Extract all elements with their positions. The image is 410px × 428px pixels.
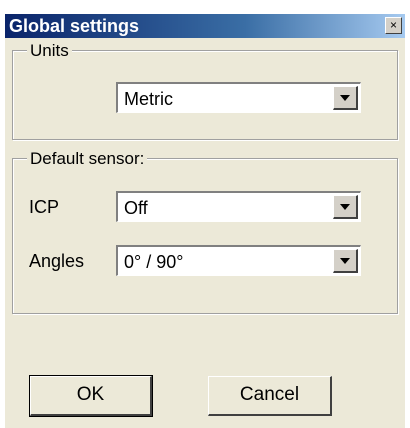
icp-label: ICP: [29, 197, 60, 217]
chevron-down-icon: [340, 258, 350, 264]
angles-select[interactable]: 0° / 90°: [116, 245, 361, 276]
icp-select[interactable]: Off: [116, 191, 361, 222]
ok-button[interactable]: OK: [29, 375, 153, 417]
default-sensor-group: Default sensor: ICP Off Angles 0° / 90°: [12, 149, 398, 314]
icp-dropdown-button[interactable]: [333, 195, 358, 219]
default-sensor-group-label: Default sensor:: [27, 149, 148, 169]
units-select-value: Metric: [124, 89, 173, 109]
close-button[interactable]: ×: [385, 17, 402, 34]
cancel-button[interactable]: Cancel: [208, 376, 332, 416]
close-icon: ×: [389, 18, 397, 32]
units-dropdown-button[interactable]: [333, 86, 358, 110]
units-select[interactable]: Metric: [116, 82, 361, 113]
chevron-down-icon: [340, 204, 350, 210]
angles-dropdown-button[interactable]: [333, 249, 358, 273]
units-group: Units Metric: [12, 41, 398, 140]
units-group-label: Units: [27, 41, 72, 61]
angles-select-value: 0° / 90°: [124, 252, 184, 272]
dialog-window: Global settings × Units Metric Default s…: [5, 14, 405, 428]
angles-label: Angles: [29, 251, 85, 271]
window-title: Global settings: [9, 16, 140, 36]
dialog-content: Units Metric Default sensor: ICP Off Ang…: [5, 38, 405, 428]
title-bar: Global settings ×: [5, 14, 405, 38]
chevron-down-icon: [340, 95, 350, 101]
icp-select-value: Off: [124, 198, 148, 218]
